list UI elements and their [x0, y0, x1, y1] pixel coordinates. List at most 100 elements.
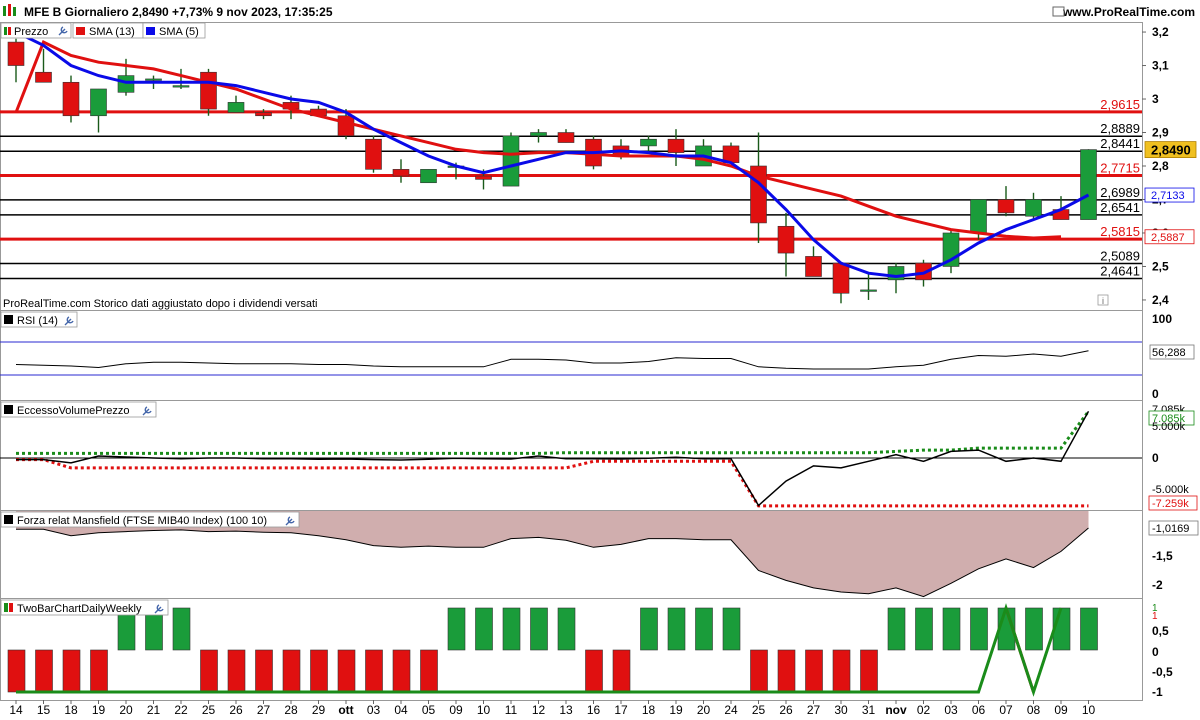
- sma13-tag-text: 2,5887: [1151, 232, 1185, 244]
- twobar-bar: [172, 607, 191, 651]
- candle-body: [90, 88, 107, 117]
- candle-body: [35, 71, 52, 83]
- candle-body: [475, 175, 492, 180]
- twobar-bar: [200, 649, 218, 693]
- candle-body: [667, 138, 685, 153]
- x-tick-label: 27: [807, 703, 821, 717]
- candle-body: [145, 78, 162, 81]
- x-tick-label: 19: [669, 703, 683, 717]
- candle-body: [970, 199, 987, 234]
- x-tick-label: 08: [1027, 703, 1041, 717]
- mansfield-legend[interactable]: Forza relat Mansfield (FTSE MIB40 Index)…: [0, 511, 300, 528]
- rsi-color-icon: [4, 315, 13, 324]
- twobar-bar: [310, 649, 328, 693]
- price-level-label: 2,6989: [1100, 185, 1140, 200]
- rsi-value-text: 56,288: [1152, 347, 1186, 359]
- twobar-tick-m0-5: -0,5: [1152, 665, 1173, 679]
- candle-body: [805, 256, 822, 277]
- price-tick-label: 2,5: [1152, 259, 1169, 273]
- candle-body: [365, 138, 382, 170]
- candle-body: [557, 132, 575, 143]
- x-tick-label: 26: [779, 703, 793, 717]
- candle-body: [337, 115, 355, 137]
- price-tick-label: 2,8: [1152, 159, 1169, 173]
- twobar-bar: [942, 607, 961, 651]
- evp-tick-5000: 5.000k: [1152, 421, 1186, 433]
- candle-body: [860, 289, 877, 292]
- x-tick-label: 11: [505, 703, 518, 717]
- x-tick-label: 12: [532, 703, 546, 717]
- twobar-bar: [255, 649, 273, 693]
- twobar-tick-0-5: 0,5: [1152, 624, 1169, 638]
- twobar-bar: [557, 607, 576, 651]
- rsi-title: RSI (14): [17, 315, 58, 327]
- x-tick-label: 27: [257, 703, 271, 717]
- x-tick-label: 04: [394, 703, 408, 717]
- twobar-bar: [585, 649, 603, 693]
- price-tick-label: 3,2: [1152, 25, 1169, 39]
- x-tick-label: 29: [312, 703, 326, 717]
- evp-color-icon: [4, 405, 13, 414]
- candle-body: [832, 262, 850, 294]
- x-tick-label: 20: [697, 703, 711, 717]
- header-site[interactable]: www.ProRealTime.com: [1062, 5, 1195, 19]
- x-tick-label: 30: [834, 703, 848, 717]
- sma5-tag-text: 2,7133: [1151, 190, 1185, 202]
- x-tick-label: 10: [1082, 703, 1096, 717]
- price-tick-label: 3,1: [1152, 59, 1169, 73]
- x-tick-label: 21: [147, 703, 161, 717]
- evp-title: EccessoVolumePrezzo: [17, 405, 130, 417]
- mansfield-value-text: -1,0169: [1152, 523, 1189, 535]
- legend-prezzo: Prezzo: [14, 26, 48, 38]
- twobar-bar: [887, 607, 906, 651]
- x-tick-label: 19: [92, 703, 106, 717]
- x-tick-label: 22: [174, 703, 188, 717]
- twobar-bar: [475, 607, 493, 651]
- x-tick-label: 26: [229, 703, 243, 717]
- price-level-label: 2,6541: [1100, 200, 1140, 215]
- price-tick-label: 3: [1152, 92, 1159, 106]
- twobar-tick-0: 0: [1152, 645, 1159, 659]
- twobar-bar: [90, 649, 108, 693]
- candle-body: [777, 225, 795, 254]
- twobar-bar: [392, 649, 411, 693]
- twobar-bar: [805, 649, 823, 693]
- rsi-tick-0: 0: [1152, 387, 1159, 401]
- twobar-bar: [337, 649, 356, 693]
- price-legend[interactable]: Prezzo SMA (13) SMA (5): [0, 22, 206, 39]
- twobar-bar: [227, 649, 246, 693]
- twobar-title: TwoBarChartDailyWeekly: [17, 603, 142, 615]
- twobar-bar: [35, 649, 53, 693]
- candle-body: [502, 135, 520, 187]
- rsi-legend[interactable]: RSI (14): [0, 311, 78, 328]
- x-tick-label: 05: [422, 703, 436, 717]
- chart-root: MFE B Giornaliero 2,8490 +7,73% 9 nov 20…: [0, 0, 1200, 720]
- x-tick-label: 18: [64, 703, 78, 717]
- candle-body: [172, 85, 190, 88]
- x-tick-label: nov: [885, 703, 907, 717]
- sma5-color-icon: [146, 27, 155, 35]
- candle-body: [1025, 199, 1042, 217]
- price-level-label: 2,8441: [1100, 136, 1140, 151]
- twobar-legend[interactable]: TwoBarChartDailyWeekly: [0, 599, 169, 616]
- legend-sma5: SMA (5): [159, 26, 199, 38]
- candle-body: [997, 199, 1015, 214]
- price-level-label: 2,7715: [1100, 161, 1140, 176]
- mansfield-tick-1-5: -1,5: [1152, 549, 1173, 563]
- candle-body: [530, 132, 547, 137]
- price-tick-label: 2,9: [1152, 126, 1169, 140]
- x-tick-label: 16: [587, 703, 601, 717]
- price-level-label: 2,5815: [1100, 224, 1140, 239]
- x-tick-label: 15: [37, 703, 51, 717]
- x-tick-label: ott: [338, 703, 353, 717]
- twobar-bar: [420, 649, 438, 693]
- x-tick-label: 09: [449, 703, 463, 717]
- twobar-bar: [365, 649, 383, 693]
- candle-body: [1080, 149, 1097, 220]
- candle-body: [62, 81, 80, 117]
- twobar-bar: [1080, 607, 1098, 651]
- rsi-tick-100: 100: [1152, 312, 1172, 326]
- twobar-bar: [282, 649, 301, 693]
- evp-legend[interactable]: EccessoVolumePrezzo: [0, 401, 157, 418]
- x-tick-label: 25: [752, 703, 766, 717]
